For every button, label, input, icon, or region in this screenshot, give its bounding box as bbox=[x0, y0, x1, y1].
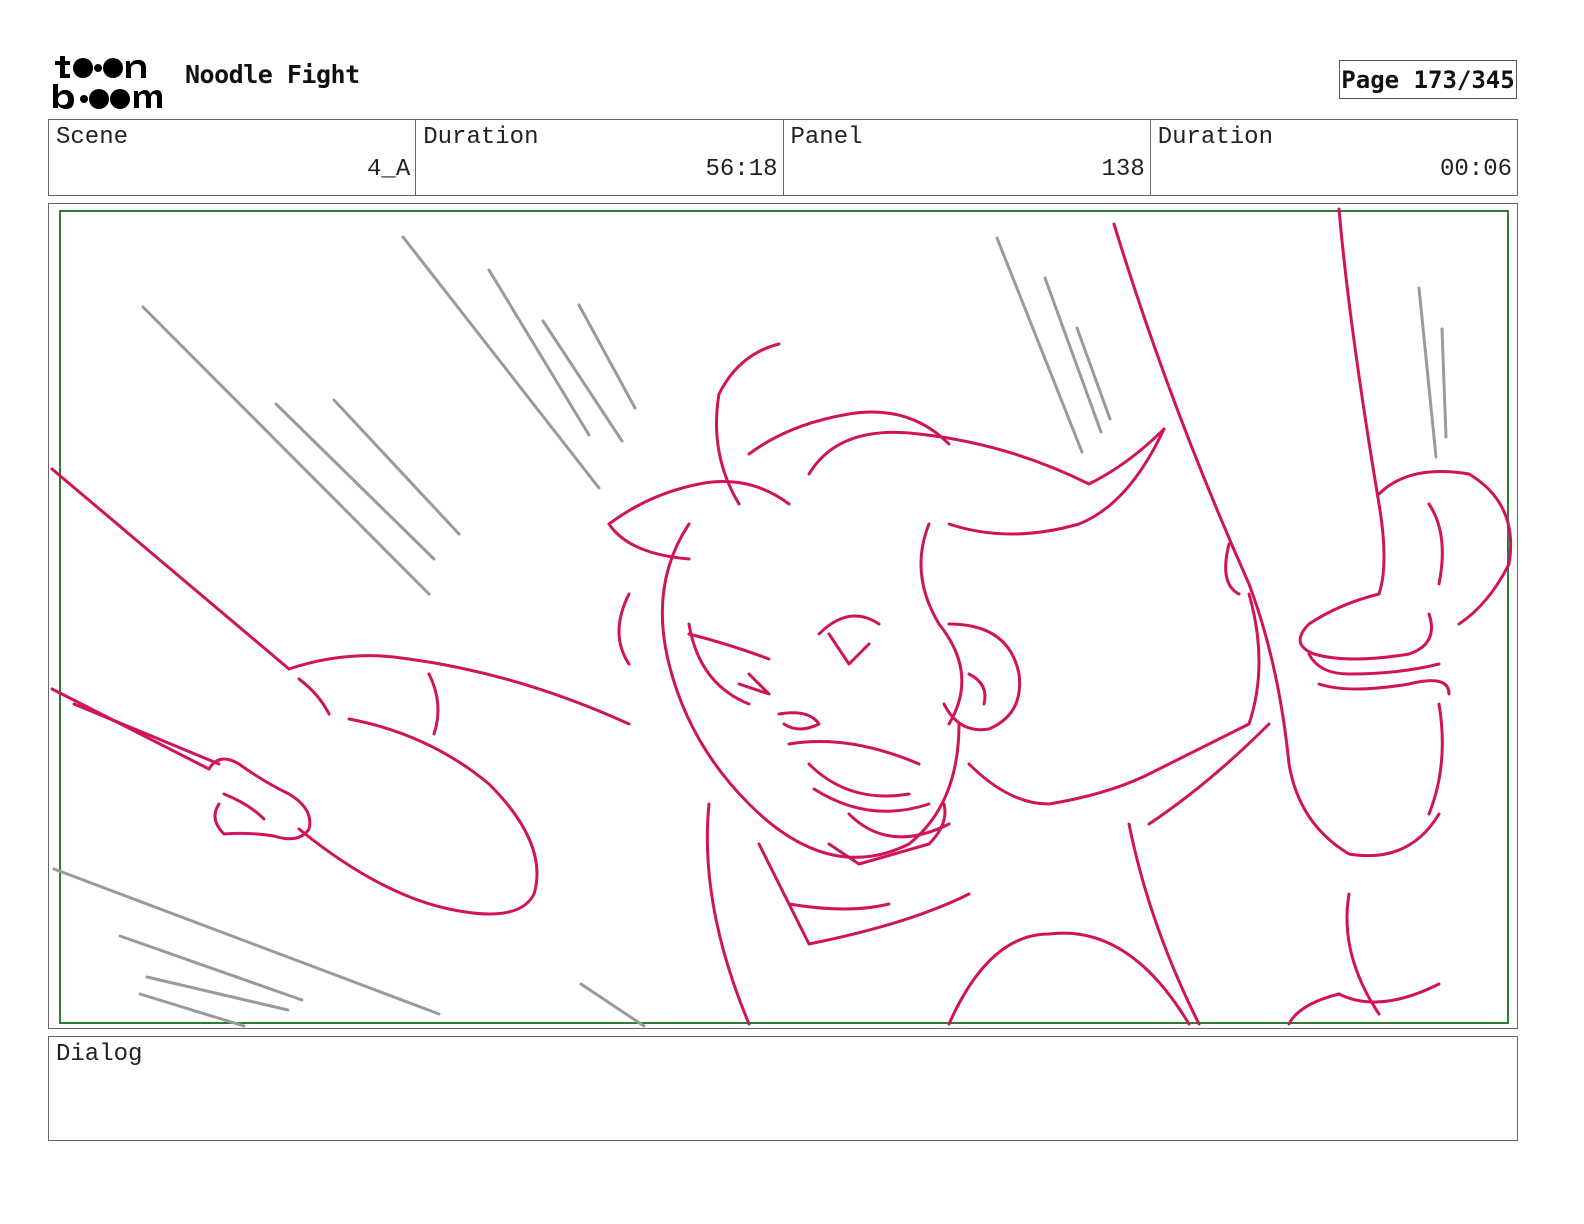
scene-cell: Scene 4_A bbox=[49, 120, 417, 195]
dialog-label: Dialog bbox=[56, 1041, 143, 1068]
dialog-box: Dialog bbox=[48, 1036, 1518, 1141]
panel-label: Panel bbox=[790, 124, 863, 151]
toon-boom-logo bbox=[53, 56, 162, 109]
panel-cell: Panel 138 bbox=[784, 120, 1151, 195]
panel-info-table: Scene 4_A Duration 56:18 Panel 138 Durat… bbox=[48, 119, 1518, 196]
storyboard-panel bbox=[48, 203, 1518, 1029]
panel-duration-label: Duration bbox=[1157, 124, 1273, 151]
scene-duration-cell: Duration 56:18 bbox=[416, 120, 784, 195]
safe-frame bbox=[59, 210, 1509, 1024]
character-sketch bbox=[50, 207, 1513, 1026]
page-indicator: Page 173/345 bbox=[1339, 60, 1517, 99]
scene-duration-label: Duration bbox=[423, 124, 539, 151]
scene-duration-value: 56:18 bbox=[705, 156, 778, 183]
scene-value: 4_A bbox=[367, 156, 411, 183]
project-title: Noodle Fight bbox=[185, 60, 360, 89]
scene-label: Scene bbox=[56, 124, 129, 151]
panel-duration-cell: Duration 00:06 bbox=[1151, 120, 1517, 195]
panel-value: 138 bbox=[1101, 156, 1145, 183]
panel-duration-value: 00:06 bbox=[1439, 156, 1512, 183]
panel-sketch bbox=[50, 207, 1513, 1028]
